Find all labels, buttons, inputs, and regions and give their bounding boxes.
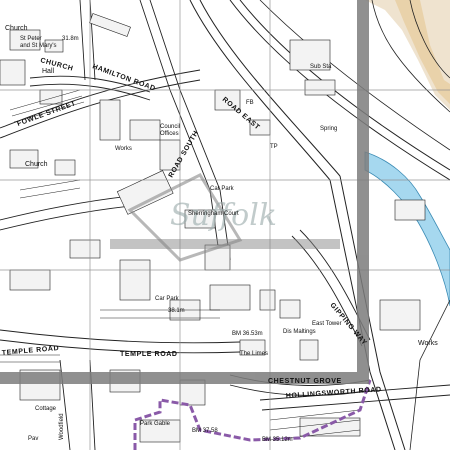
label-council-offices: Council Offices xyxy=(160,124,180,137)
label-car-park-3: Car Park xyxy=(155,296,180,302)
label-park-gable: Park Gable xyxy=(140,421,171,427)
label-east-tower: East Tower xyxy=(312,321,342,327)
label-works-right: Works xyxy=(418,340,438,347)
label-temple-road-2: TEMPLE ROAD xyxy=(120,351,178,358)
label-tp: TP xyxy=(270,144,278,150)
map-canvas: Suffolk Church St Peter and St Mary's 31.… xyxy=(0,0,450,451)
label-church-mid: Church xyxy=(25,161,48,168)
label-pavilion: Pav xyxy=(28,436,38,442)
label-sub-sta: Sub Sta xyxy=(310,64,332,70)
label-spring: Spring xyxy=(320,126,337,132)
label-woodfield: Woodfield xyxy=(59,413,65,440)
label-bm-3653: BM 36.53m xyxy=(232,331,263,337)
label-car-park-1: Car Park xyxy=(210,186,235,192)
label-bm-3758: BM 37.58 xyxy=(192,428,218,434)
label-bm-3512: BM 35.12m xyxy=(262,437,293,443)
map-viewport[interactable]: Suffolk Church St Peter and St Mary's 31.… xyxy=(0,0,450,451)
label-church-top: Church xyxy=(5,25,28,32)
label-sherringham: Sherringham Court xyxy=(188,211,239,217)
label-the-limes: The Limes xyxy=(240,351,268,357)
label-height-381: 38.1m xyxy=(168,308,185,314)
label-hall: Hall xyxy=(42,68,55,75)
label-fb: FB xyxy=(246,100,254,106)
label-works-left: Works xyxy=(115,146,132,152)
label-chestnut-grove: CHESTNUT GROVE xyxy=(268,378,342,385)
label-cottage: Cottage xyxy=(35,406,57,412)
label-height-31: 31.8m xyxy=(62,36,79,42)
label-maltings: Dis Maltings xyxy=(283,329,316,335)
